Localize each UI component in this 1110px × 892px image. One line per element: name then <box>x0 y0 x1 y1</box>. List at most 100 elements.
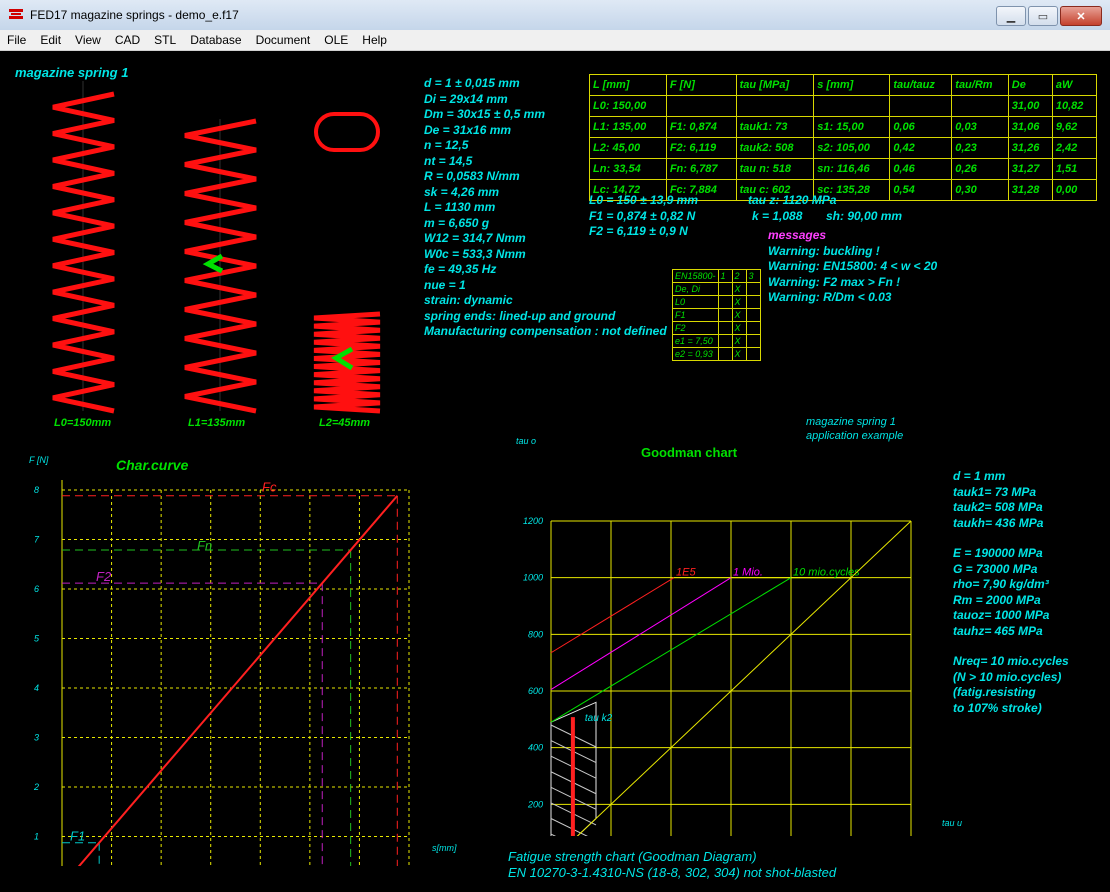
material-line: E = 190000 MPa <box>953 546 1043 560</box>
spring-label-l1: L1=135mm <box>188 417 246 429</box>
table-cell: 10,82 <box>1051 95 1098 117</box>
material-line: tauoz= 1000 MPa <box>953 608 1050 622</box>
drawing-area[interactable]: magazine spring 1 L0=150mm L1=135mm L2=4… <box>0 51 1110 892</box>
table-header-row: L [mm] F [N] tau [MPa] s [mm] tau/tauz t… <box>589 74 1098 96</box>
material-line: tauk2= 508 MPa <box>953 500 1043 514</box>
maximize-button[interactable]: ▭ <box>1028 6 1058 26</box>
menu-stl[interactable]: STL <box>147 33 183 47</box>
menu-ole[interactable]: OLE <box>317 33 355 47</box>
goodman-y-axis-label: tau o <box>516 436 537 446</box>
series-label: 1E5 <box>676 567 696 579</box>
table-cell <box>717 334 733 348</box>
y-tick-label: 7 <box>34 535 40 545</box>
table-header: s [mm] <box>813 74 891 96</box>
table-cell: 0,03 <box>951 116 1009 138</box>
y-tick-label: 600 <box>528 686 543 696</box>
table-cell: X <box>731 334 747 348</box>
table-header: De <box>1007 74 1053 96</box>
spring-title: magazine spring 1 <box>15 65 129 80</box>
goodman-chart: 0200400600800100012000200400600800100012… <box>523 516 912 836</box>
characteristic-curve-chart: 020406080100120140012345678 FcFnF2F1 <box>33 480 410 866</box>
char-y-axis-label: F [N] <box>29 455 49 465</box>
material-line: G = 73000 MPa <box>953 561 1038 576</box>
material-line <box>953 639 1069 654</box>
title-bar: FED17 magazine springs - demo_e.f17 ▁ ▭ … <box>0 0 1110 31</box>
window-controls: ▁ ▭ ✕ <box>996 6 1102 26</box>
table-cell: sn: 116,46 <box>813 158 891 180</box>
y-tick-label: 400 <box>528 743 543 753</box>
spring-label-l0: L0=150mm <box>54 417 112 429</box>
param-line: W0c = 533,3 Nmm <box>424 246 526 261</box>
table-cell: X <box>731 308 747 322</box>
material-line: (N > 10 mio.cycles) <box>953 669 1062 684</box>
table-header: tau/tauz <box>889 74 953 96</box>
window-title: FED17 magazine springs - demo_e.f17 <box>30 8 239 22</box>
table-cell: De, Di <box>672 282 719 296</box>
table-cell: Fn: 6,787 <box>665 158 737 180</box>
table-cell <box>717 308 733 322</box>
menu-cad[interactable]: CAD <box>108 33 147 47</box>
table-cell <box>745 295 761 309</box>
minimize-button[interactable]: ▁ <box>996 6 1026 26</box>
message-item: Warning: EN15800: 4 < w < 20 <box>768 259 938 273</box>
table-header: 2 <box>731 269 747 283</box>
footer-line: EN 10270-3-1.4310-NS (18-8, 302, 304) no… <box>508 865 837 880</box>
table-row: e1 = 7,50 X <box>672 334 761 348</box>
param-line: strain: dynamic <box>424 293 513 307</box>
message-item: Warning: F2 max > Fn ! <box>768 274 901 289</box>
table-cell <box>717 347 733 361</box>
table-cell <box>717 321 733 335</box>
table-cell: tau n: 518 <box>735 158 815 180</box>
material-line: tauhz= 465 MPa <box>953 623 1043 638</box>
table-cell: 0,00 <box>1051 179 1098 201</box>
table-cell: 0,46 <box>889 158 953 180</box>
table-cell: 0,30 <box>951 179 1009 201</box>
y-tick-label: 6 <box>34 584 39 594</box>
param-line: spring ends: lined-up and ground <box>424 308 616 323</box>
menu-edit[interactable]: Edit <box>33 33 68 47</box>
param-line: fe = 49,35 Hz <box>424 262 497 276</box>
table-cell: X <box>731 347 747 361</box>
series-label: 1 Mio. <box>733 567 763 579</box>
menu-file[interactable]: File <box>0 33 33 47</box>
menu-help[interactable]: Help <box>355 33 394 47</box>
footer-caption: Fatigue strength chart (Goodman Diagram)… <box>508 849 836 881</box>
messages-title: messages <box>768 228 827 242</box>
minimize-icon: ▁ <box>1006 10 1016 23</box>
y-tick-label: 1 <box>34 832 39 842</box>
series-line <box>77 495 399 866</box>
table-cell: 1,51 <box>1051 158 1098 180</box>
series-line <box>550 577 675 654</box>
table-cell <box>951 95 1009 117</box>
material-data: d = 1 mm tauk1= 73 MPa tauk2= 508 MPa ta… <box>953 469 1069 716</box>
annotation-f1: F1 <box>70 829 85 844</box>
y-tick-label: 4 <box>34 683 39 693</box>
material-line: Nreq= 10 mio.cycles <box>953 654 1069 668</box>
table-cell <box>889 95 953 117</box>
menu-document[interactable]: Document <box>249 33 318 47</box>
table-cell: Ln: 33,54 <box>589 158 667 180</box>
y-tick-label: 200 <box>527 799 543 809</box>
table-cell <box>735 95 815 117</box>
table-cell: e2 = 0,93 <box>672 347 719 361</box>
spring-drawings <box>52 81 381 414</box>
material-line: to 107% stroke) <box>953 700 1042 715</box>
k-value: k = 1,088 <box>752 209 803 223</box>
table-row: L0: 150,00 31,00 10,82 <box>589 95 1098 117</box>
table-cell: s1: 15,00 <box>813 116 891 138</box>
close-icon: ✕ <box>1076 10 1086 23</box>
table-cell: 0,26 <box>951 158 1009 180</box>
messages-panel: messages Warning: buckling ! Warning: EN… <box>768 228 937 306</box>
menu-database[interactable]: Database <box>183 33 248 47</box>
close-button[interactable]: ✕ <box>1060 6 1102 26</box>
menu-view[interactable]: View <box>68 33 108 47</box>
goodman-chart-title: Goodman chart <box>641 445 738 460</box>
spring-label-l2: L2=45mm <box>319 417 371 429</box>
table-cell <box>717 282 733 296</box>
footer-line: Fatigue strength chart (Goodman Diagram) <box>508 849 757 864</box>
tolerance-f1: F1 = 0,874 ± 0,82 N <box>589 208 696 223</box>
table-row: L0 X <box>672 295 761 309</box>
table-header: L [mm] <box>589 74 667 96</box>
series-line <box>550 577 732 691</box>
table-cell: X <box>731 321 747 335</box>
